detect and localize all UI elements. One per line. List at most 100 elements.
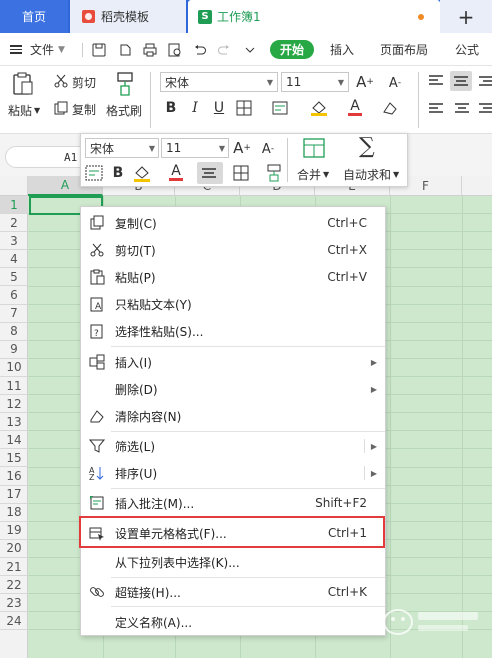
wrap-text-icon[interactable] xyxy=(85,165,103,181)
mini-font-name-select[interactable]: 宋体 ▼ xyxy=(85,138,159,158)
font-size-select[interactable]: 11 ▼ xyxy=(281,72,349,92)
row-header[interactable]: 11 xyxy=(0,377,28,395)
mini-font-color-button[interactable]: A xyxy=(167,163,185,181)
row-header[interactable]: 13 xyxy=(0,413,28,432)
tab-page-layout[interactable]: 页面布局 xyxy=(380,33,428,66)
menu-item-cut[interactable]: 剪切(T) Ctrl+X xyxy=(81,237,385,263)
tab-start[interactable]: 开始 xyxy=(270,40,315,59)
mini-font-size-select[interactable]: 11 ▼ xyxy=(161,138,229,158)
format-painter-label: 格式刷 xyxy=(106,104,143,118)
tab-home[interactable]: 首页 xyxy=(0,0,68,33)
row-header[interactable]: 22 xyxy=(0,576,28,595)
mini-shrink-font-button[interactable]: A- xyxy=(259,140,277,158)
menu-item-pick-from-dropdown[interactable]: 从下拉列表中选择(K)... xyxy=(81,549,385,575)
new-tab-button[interactable]: + xyxy=(440,0,492,33)
row-header[interactable]: 21 xyxy=(0,558,28,576)
row-header[interactable]: 14 xyxy=(0,431,28,450)
menu-item-paste-special[interactable]: ? 选择性粘贴(S)... xyxy=(81,318,385,344)
menu-item-copy[interactable]: 复制(C) Ctrl+C xyxy=(81,210,385,236)
print-icon[interactable] xyxy=(143,43,157,57)
row-header[interactable]: 10 xyxy=(0,359,28,377)
print-preview-icon[interactable] xyxy=(168,43,182,57)
mini-grow-font-button[interactable]: A + xyxy=(233,139,251,157)
row-header[interactable]: 7 xyxy=(0,305,28,323)
row-header[interactable]: 15 xyxy=(0,449,28,468)
fill-color-icon[interactable] xyxy=(310,100,328,116)
mini-align-middle-button[interactable] xyxy=(197,162,223,184)
row-header[interactable]: 16 xyxy=(0,468,28,486)
tab-template[interactable]: 稻壳模板 xyxy=(70,0,186,33)
copy-button[interactable]: 复制 xyxy=(72,101,96,118)
clear-format-icon[interactable] xyxy=(382,100,398,116)
align-bottom-icon[interactable] xyxy=(478,74,492,88)
context-menu: 复制(C) Ctrl+C 剪切(T) Ctrl+X 粘贴(P) Ctrl+V A… xyxy=(80,206,386,636)
cut-button[interactable]: 剪切 xyxy=(72,74,96,91)
row-header[interactable]: 3 xyxy=(0,232,28,251)
menu-item-paste-text-only[interactable]: A 只粘贴文本(Y) xyxy=(81,291,385,317)
submenu-arrow-icon: ▶ xyxy=(370,384,377,394)
hamburger-menu-icon[interactable] xyxy=(10,33,24,66)
save-icon[interactable] xyxy=(92,43,106,57)
tab-workbook[interactable]: S 工作簿1 xyxy=(188,0,440,33)
row-header[interactable]: 19 xyxy=(0,522,28,540)
row-header[interactable]: 4 xyxy=(0,250,28,269)
tab-page-layout-label: 页面布局 xyxy=(380,43,429,57)
quick-access-more-icon[interactable] xyxy=(243,43,257,57)
menu-item-filter[interactable]: 筛选(L) ▶ xyxy=(81,433,385,459)
menu-item-clear-contents[interactable]: 清除内容(N) xyxy=(81,403,385,429)
row-header[interactable]: 23 xyxy=(0,594,28,613)
row-header[interactable]: 8 xyxy=(0,323,28,341)
menu-item-delete[interactable]: 删除(D) ▶ xyxy=(81,376,385,402)
tab-formula[interactable]: 公式 xyxy=(455,33,479,66)
mini-format-painter-icon[interactable] xyxy=(265,164,283,182)
bold-icon: B xyxy=(165,100,177,116)
grow-font-button[interactable]: A + xyxy=(356,73,374,91)
row-header[interactable]: 9 xyxy=(0,341,28,359)
shrink-font-button[interactable]: A- xyxy=(386,74,404,92)
font-color-button[interactable]: A xyxy=(346,98,364,116)
border-icon[interactable] xyxy=(236,100,252,116)
menu-item-insert[interactable]: 插入(I) ▶ xyxy=(81,349,385,375)
menu-item-sort[interactable]: AZ 排序(U) ▶ xyxy=(81,460,385,486)
mini-border-icon[interactable] xyxy=(233,165,249,181)
menu-item-insert-comment[interactable]: 插入批注(M)... Shift+F2 xyxy=(81,490,385,516)
cell-style-icon[interactable] xyxy=(272,100,288,116)
bold-button[interactable]: B xyxy=(162,99,180,117)
select-all-corner[interactable] xyxy=(0,176,28,196)
paste-icon[interactable] xyxy=(12,72,34,96)
menu-item-hyperlink[interactable]: 超链接(H)... Ctrl+K xyxy=(81,579,385,605)
row-header[interactable]: 24 xyxy=(0,612,28,631)
row-header[interactable]: 20 xyxy=(0,540,28,558)
align-top-icon[interactable] xyxy=(428,74,444,88)
align-left-icon[interactable] xyxy=(428,102,444,116)
redo-icon[interactable] xyxy=(217,43,231,57)
format-painter-button[interactable]: 格式刷 xyxy=(106,102,142,119)
row-header[interactable]: 1 xyxy=(0,196,28,214)
row-header[interactable]: 17 xyxy=(0,486,28,504)
font-name-select[interactable]: 宋体 ▼ xyxy=(160,72,278,92)
autosum-button[interactable]: 自动求和 ▼ xyxy=(343,166,399,183)
row-header[interactable]: 18 xyxy=(0,504,28,522)
align-center-icon[interactable] xyxy=(454,102,470,116)
cut-icon xyxy=(54,74,68,88)
row-header[interactable]: 6 xyxy=(0,287,28,305)
file-menu[interactable]: 文件 ▼ xyxy=(30,33,65,66)
mini-bold-button[interactable]: B xyxy=(109,164,127,182)
menu-item-paste[interactable]: 粘贴(P) Ctrl+V xyxy=(81,264,385,290)
svg-text:?: ? xyxy=(94,329,99,339)
row-header[interactable]: 12 xyxy=(0,395,28,414)
row-header[interactable]: 5 xyxy=(0,268,28,287)
undo-icon[interactable] xyxy=(193,43,207,57)
mini-fill-color-icon[interactable] xyxy=(133,164,151,182)
row-header[interactable]: 2 xyxy=(0,214,28,233)
italic-button[interactable]: I xyxy=(186,99,204,117)
highlight-box xyxy=(79,516,385,548)
merge-button[interactable]: 合并 ▼ xyxy=(297,166,329,183)
tab-insert[interactable]: 插入 xyxy=(330,33,354,66)
align-right-icon[interactable] xyxy=(478,102,492,116)
align-middle-button[interactable] xyxy=(450,71,472,91)
menu-item-define-name[interactable]: 定义名称(A)... xyxy=(81,609,385,635)
output-pdf-icon[interactable] xyxy=(118,43,132,57)
paste-button[interactable]: 粘贴 ▼ xyxy=(8,102,40,119)
underline-button[interactable]: U xyxy=(210,99,228,117)
